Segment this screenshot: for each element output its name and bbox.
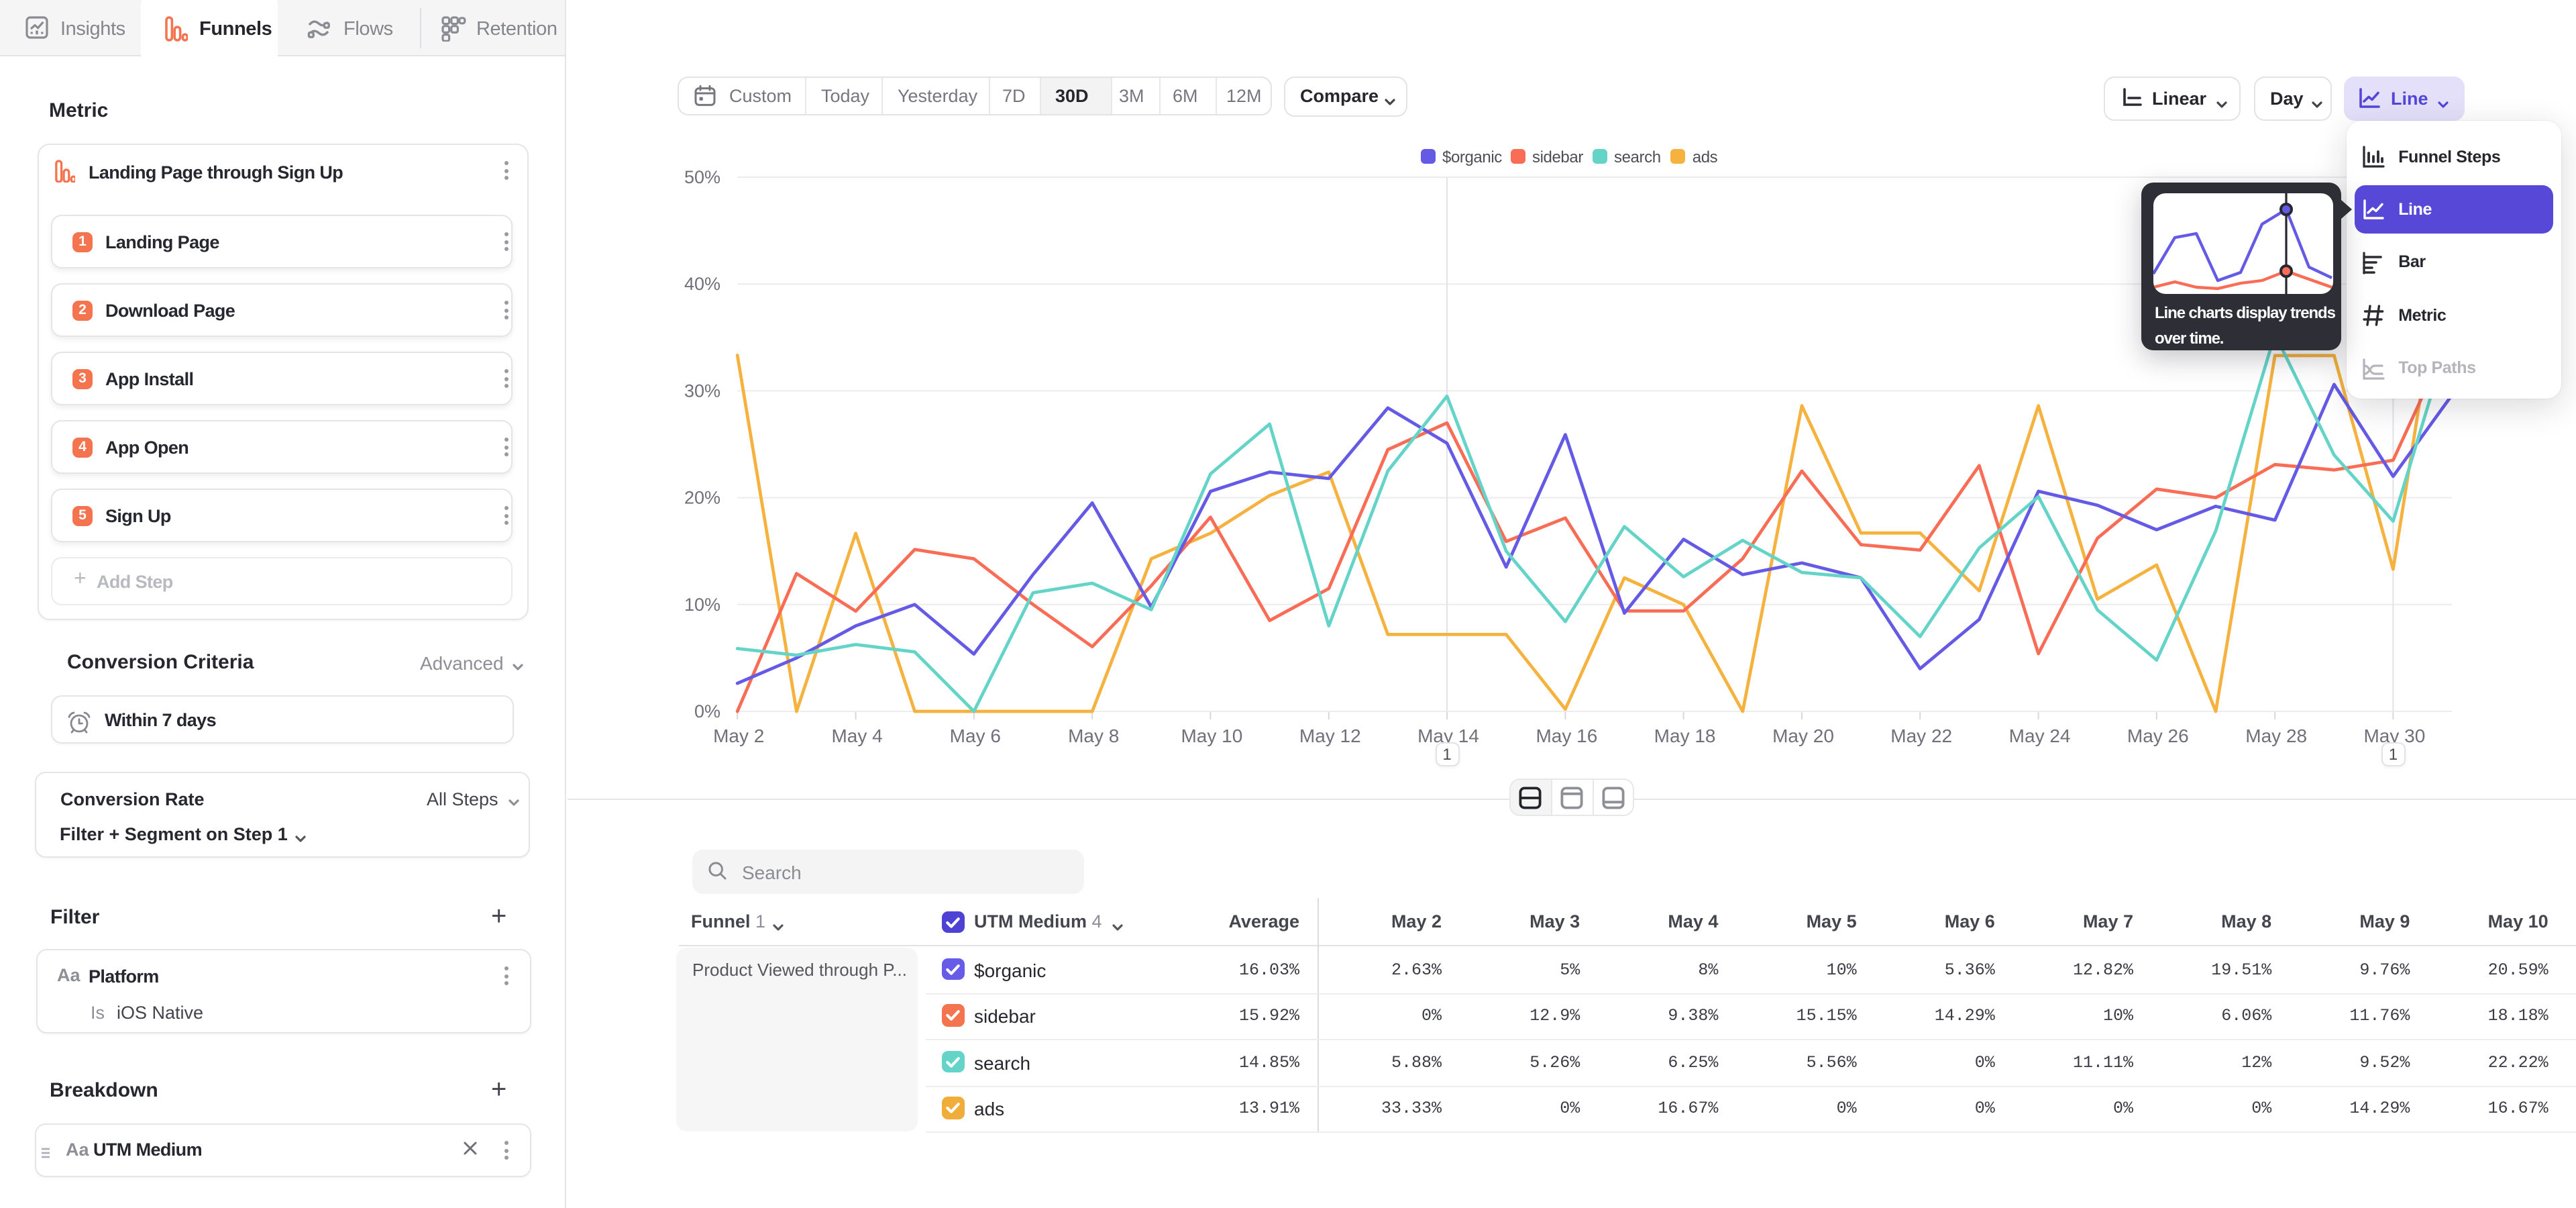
svg-text:30%: 30% [684, 381, 720, 401]
svg-text:May 20: May 20 [1772, 725, 1834, 746]
svg-text:10%: 10% [684, 595, 720, 615]
svg-text:May 28: May 28 [2245, 725, 2307, 746]
svg-text:May 18: May 18 [1654, 725, 1716, 746]
svg-text:0%: 0% [694, 701, 720, 721]
svg-text:May 8: May 8 [1068, 725, 1119, 746]
svg-text:May 10: May 10 [1181, 725, 1242, 746]
svg-text:May 26: May 26 [2127, 725, 2189, 746]
svg-text:May 12: May 12 [1299, 725, 1361, 746]
svg-text:May 4: May 4 [831, 725, 882, 746]
svg-text:May 24: May 24 [2009, 725, 2071, 746]
svg-text:50%: 50% [684, 167, 720, 187]
svg-text:20%: 20% [684, 488, 720, 508]
svg-text:May 16: May 16 [1536, 725, 1597, 746]
svg-text:May 2: May 2 [713, 725, 764, 746]
svg-text:May 6: May 6 [950, 725, 1001, 746]
svg-text:40%: 40% [684, 274, 720, 294]
svg-text:May 22: May 22 [1890, 725, 1952, 746]
